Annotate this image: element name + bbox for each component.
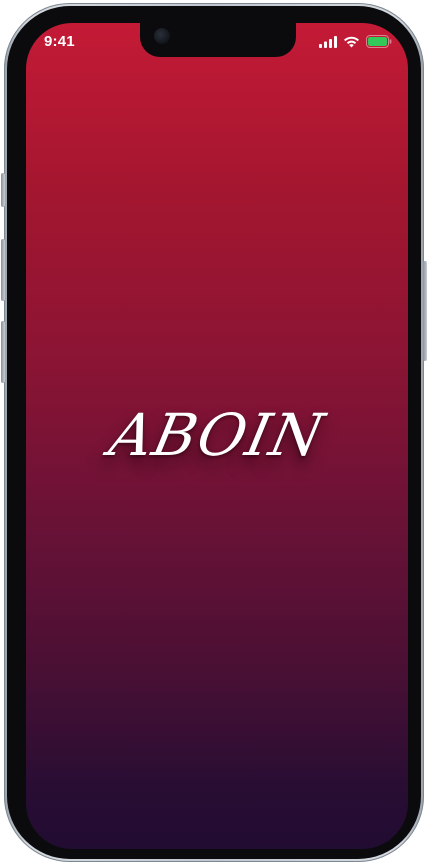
status-time: 9:41 (44, 33, 75, 50)
app-logo: ABOIN (103, 401, 331, 469)
action-button (1, 173, 5, 207)
phone-frame: 9:41 ABOIN (1, 3, 427, 862)
power-button (423, 261, 427, 361)
volume-down-button (1, 321, 5, 383)
volume-up-button (1, 239, 5, 301)
battery-icon (366, 35, 392, 48)
bezel: 9:41 ABOIN (7, 6, 421, 859)
front-camera-icon (154, 28, 170, 44)
notch (140, 23, 296, 57)
status-icons (319, 35, 392, 48)
wifi-icon (344, 36, 359, 47)
cellular-signal-icon (319, 35, 337, 48)
splash-screen: 9:41 ABOIN (26, 23, 408, 849)
